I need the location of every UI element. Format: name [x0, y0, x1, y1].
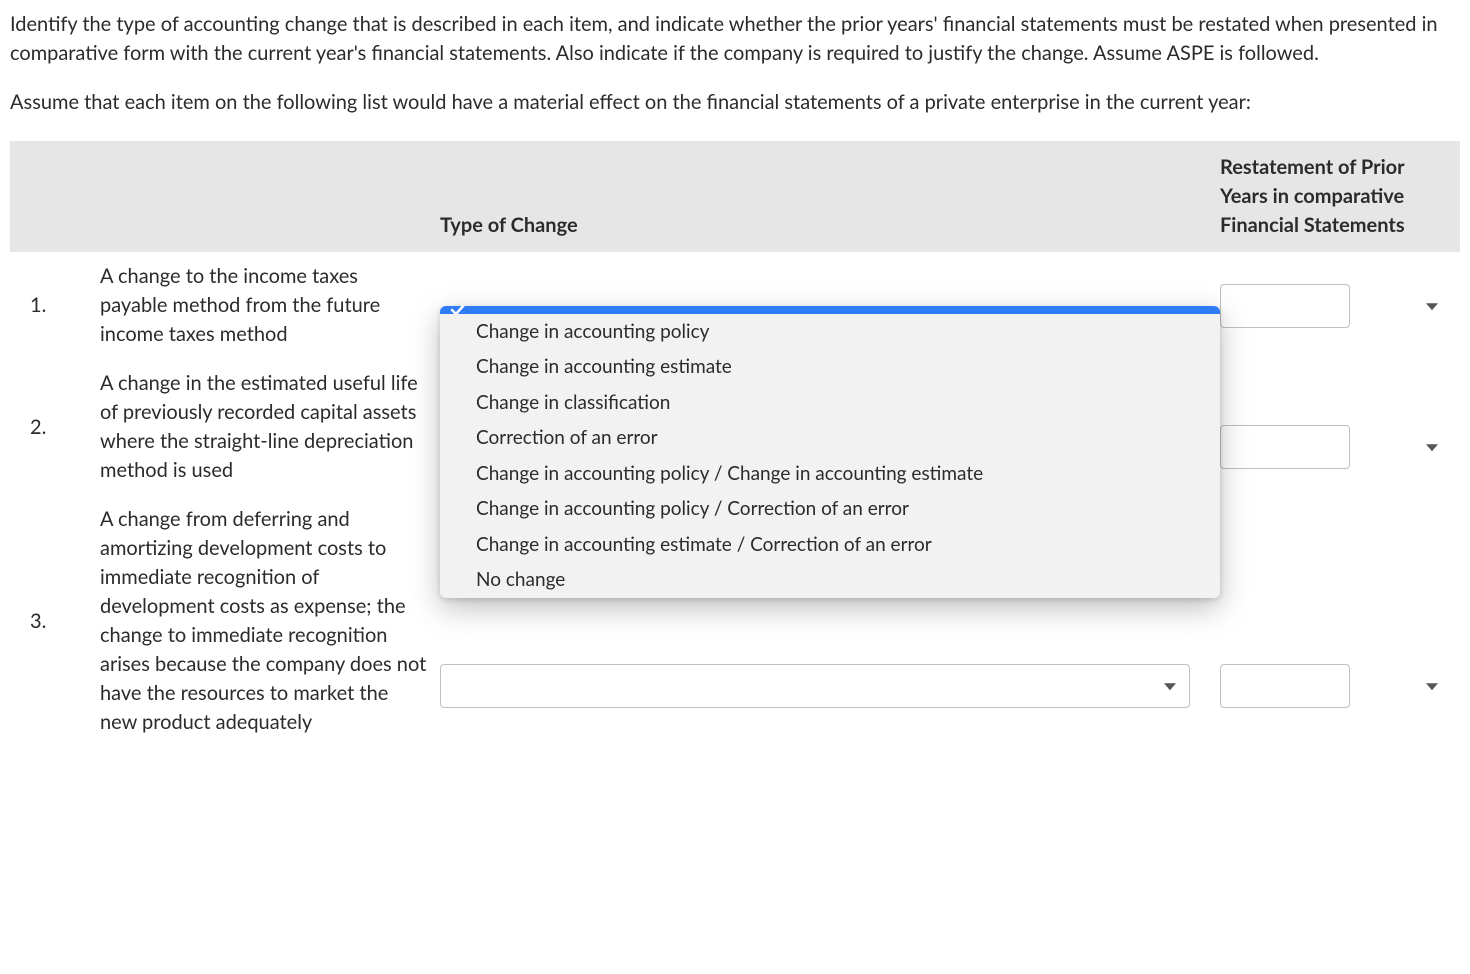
dropdown-option[interactable]: Change in classification [440, 385, 1220, 421]
select-wrapper [1220, 664, 1450, 708]
cell-restatement [1220, 284, 1450, 328]
select-wrapper [1220, 284, 1450, 328]
instructions-para-1: Identify the type of accounting change t… [10, 10, 1460, 68]
row-description: A change in the estimated useful life of… [100, 369, 440, 485]
type-of-change-select[interactable] [440, 664, 1190, 708]
restatement-select[interactable] [1220, 284, 1350, 328]
restatement-select[interactable] [1220, 664, 1350, 708]
row-description: A change to the income taxes payable met… [100, 262, 440, 349]
row-number: 3. [20, 607, 100, 636]
dropdown-option[interactable]: Correction of an error [440, 420, 1220, 456]
type-of-change-dropdown-open[interactable]: Change in accounting policy Change in ac… [440, 306, 1220, 598]
select-wrapper [440, 664, 1190, 708]
row-description: A change from deferring and amortizing d… [100, 505, 440, 737]
cell-restatement [1220, 534, 1450, 708]
header-col-restatement: Restatement of Prior Years in comparativ… [1220, 153, 1450, 240]
dropdown-option[interactable]: No change [440, 562, 1220, 598]
table-header-row: Type of Change Restatement of Prior Year… [10, 141, 1460, 252]
row-number: 1. [20, 291, 100, 320]
table-row: 1. A change to the income taxes payable … [10, 252, 1460, 359]
dropdown-option-blank[interactable] [440, 306, 1220, 314]
instructions-block: Identify the type of accounting change t… [10, 10, 1460, 117]
dropdown-option[interactable]: Change in accounting policy [440, 314, 1220, 350]
dropdown-option[interactable]: Change in accounting estimate / Correcti… [440, 527, 1220, 563]
cell-restatement [1220, 385, 1450, 469]
instructions-para-2: Assume that each item on the following l… [10, 88, 1460, 117]
dropdown-option[interactable]: Change in accounting estimate [440, 349, 1220, 385]
dropdown-option[interactable]: Change in accounting policy / Correction… [440, 491, 1220, 527]
dropdown-option[interactable]: Change in accounting policy / Change in … [440, 456, 1220, 492]
restatement-select[interactable] [1220, 425, 1350, 469]
header-col-type: Type of Change [440, 211, 1220, 240]
select-wrapper [1220, 425, 1450, 469]
row-number: 2. [20, 413, 100, 442]
answer-table: Type of Change Restatement of Prior Year… [10, 141, 1460, 747]
